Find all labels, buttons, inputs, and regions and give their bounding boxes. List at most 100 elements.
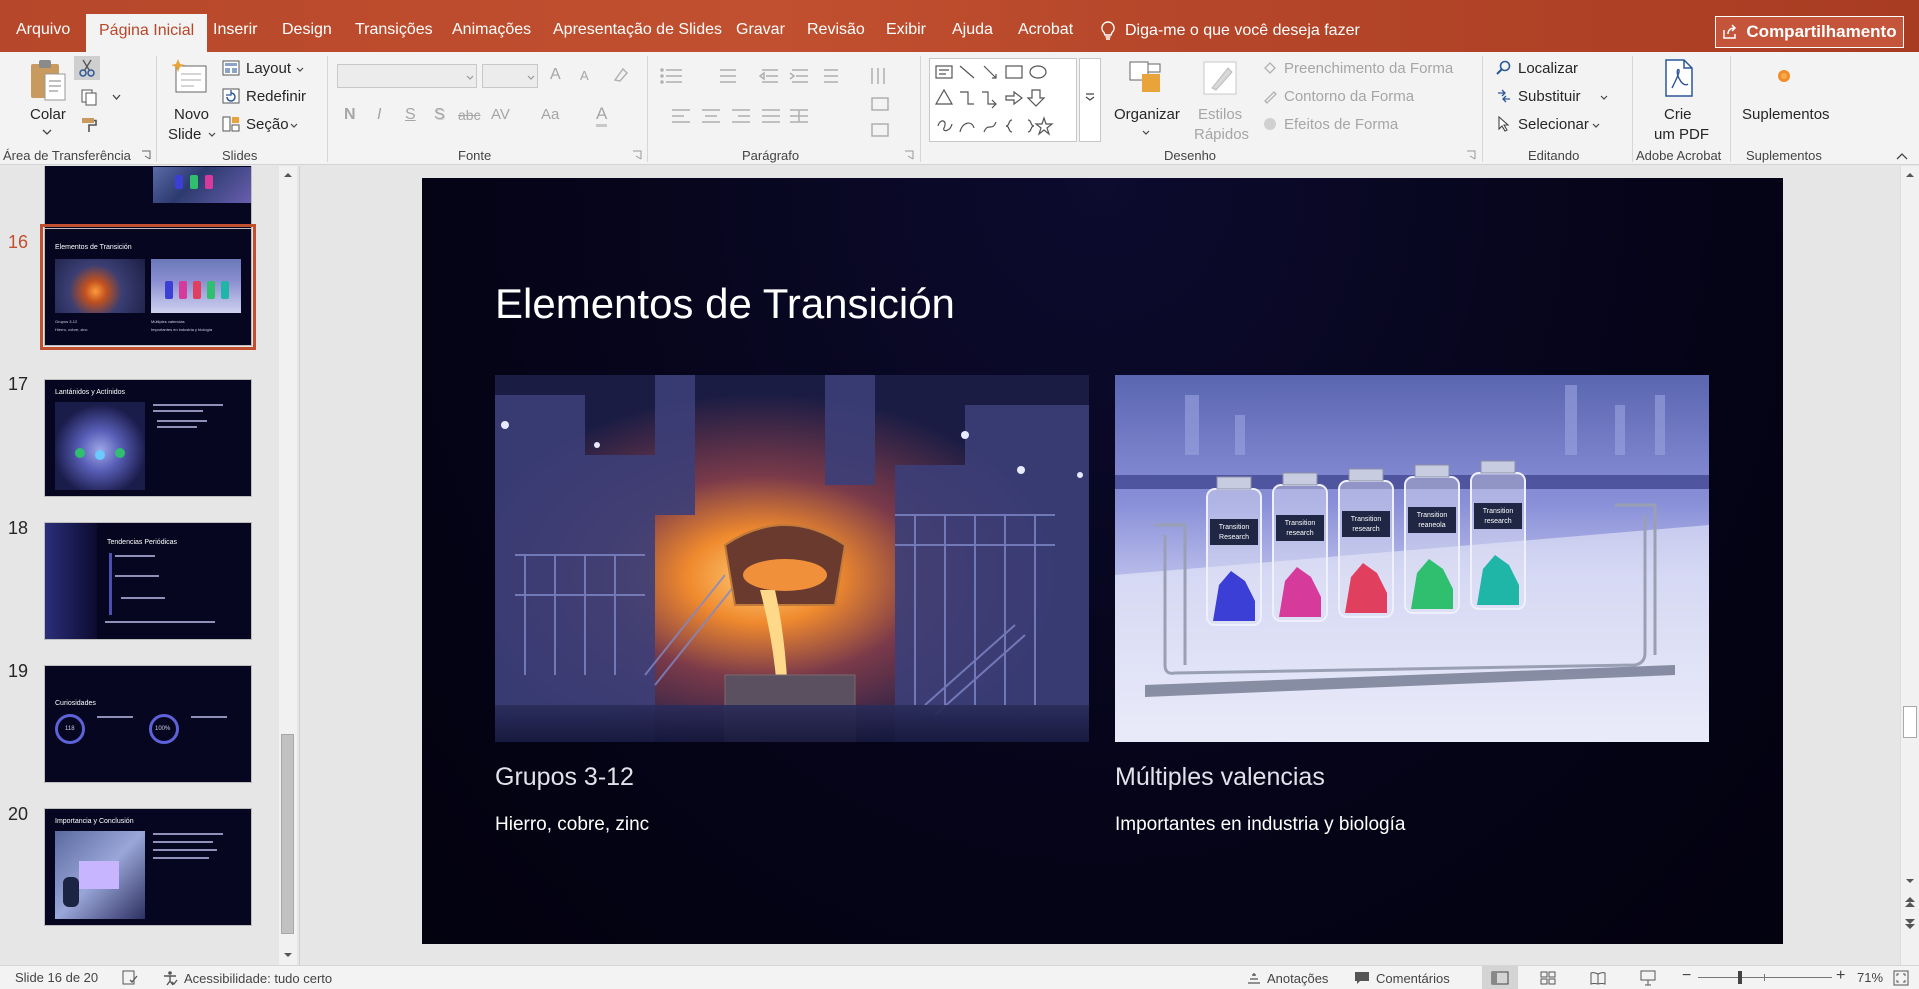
copy-dropdown-icon[interactable] — [112, 94, 121, 100]
section-button[interactable]: Seção — [222, 114, 306, 136]
dialog-launcher-icon[interactable] — [1466, 150, 1476, 160]
tab-revisao[interactable]: Revisão — [807, 21, 865, 41]
grow-font-button[interactable]: A — [550, 66, 561, 84]
left-heading[interactable]: Grupos 3-12 — [495, 763, 634, 792]
new-slide-icon — [172, 59, 207, 93]
accessibility-status[interactable]: Acessibilidade: tudo certo — [162, 966, 332, 989]
tab-animacoes[interactable]: Animações — [452, 21, 531, 41]
comments-button[interactable]: Comentários — [1354, 966, 1450, 989]
normal-view-button[interactable] — [1482, 966, 1518, 989]
current-slide[interactable]: Elementos de Transición Transition Resea… — [422, 178, 1783, 944]
dialog-launcher-icon[interactable] — [141, 150, 151, 160]
tab-apresentacao[interactable]: Apresentação de Slides — [553, 21, 722, 41]
clipboard-group-label: Área de Transferência — [3, 148, 131, 163]
reset-button[interactable]: Redefinir — [222, 86, 312, 108]
shape-effects-button[interactable]: Efeitos de Forma — [1262, 114, 1462, 136]
right-heading[interactable]: Múltiples valencias — [1115, 763, 1325, 792]
replace-label: Substituir — [1518, 88, 1581, 105]
bold-button[interactable]: N — [344, 106, 356, 124]
next-slide-icon[interactable] — [1904, 918, 1916, 930]
previous-slide-icon[interactable] — [1904, 896, 1916, 908]
slide-thumbnail-16[interactable]: Elementos de Transición Grupos 3-12 Hier… — [40, 224, 256, 350]
zoom-out-button[interactable]: − — [1682, 967, 1691, 985]
select-button[interactable]: Selecionar — [1496, 114, 1600, 136]
collapse-ribbon-icon[interactable] — [1896, 152, 1908, 160]
slide-sorter-icon[interactable] — [1540, 971, 1556, 985]
zoom-slider[interactable] — [1698, 971, 1832, 984]
zoom-slider-thumb[interactable] — [1738, 971, 1742, 984]
spelling-check-icon[interactable] — [122, 970, 138, 985]
italic-button[interactable]: I — [377, 106, 381, 124]
left-body[interactable]: Hierro, cobre, zinc — [495, 814, 649, 836]
addins-button[interactable]: Suplementos — [1738, 56, 1830, 144]
dialog-launcher-icon[interactable] — [632, 150, 642, 160]
tab-exibir[interactable]: Exibir — [886, 21, 926, 41]
create-pdf-button[interactable]: Crie um PDF — [1640, 56, 1716, 144]
thumbnail-stat-2: 100% — [155, 726, 171, 732]
tab-arquivo[interactable]: Arquivo — [16, 21, 70, 41]
shadow-button[interactable]: S — [434, 106, 445, 124]
share-button[interactable]: Compartilhamento — [1715, 16, 1904, 48]
replace-button[interactable]: Substituir — [1496, 86, 1608, 108]
thumbnail-title: Importancia y Conclusión — [55, 818, 134, 825]
cut-button[interactable] — [74, 56, 100, 80]
find-button[interactable]: Localizar — [1496, 58, 1596, 80]
scroll-up-icon[interactable] — [1905, 172, 1915, 178]
new-slide-button[interactable]: Novo Slide — [166, 56, 218, 144]
char-spacing-button[interactable]: AV — [491, 106, 510, 123]
arrange-button[interactable]: Organizar — [1110, 56, 1182, 144]
tab-transicoes[interactable]: Transições — [355, 21, 433, 41]
layout-button[interactable]: Layout — [222, 58, 306, 80]
scroll-up-icon[interactable] — [283, 172, 293, 178]
slideshow-icon[interactable] — [1640, 970, 1656, 986]
thumbnails-scrollbar[interactable] — [279, 166, 297, 965]
tab-design[interactable]: Design — [282, 21, 332, 41]
dialog-launcher-icon[interactable] — [904, 150, 914, 160]
font-size-combobox[interactable] — [482, 64, 538, 88]
comments-label: Comentários — [1376, 970, 1450, 986]
slide-scrollbar[interactable] — [1900, 166, 1919, 965]
shape-fill-button[interactable]: Preenchimento da Forma — [1262, 58, 1462, 80]
paste-button[interactable]: Colar — [22, 56, 74, 146]
ribbon: Colar Área de Transferência Novo Slide L… — [0, 52, 1919, 165]
shapes-more-button[interactable] — [1079, 58, 1101, 142]
arrange-label: Organizar — [1114, 106, 1180, 123]
reading-view-icon[interactable] — [1590, 971, 1606, 985]
paste-icon — [31, 60, 66, 101]
shrink-font-button[interactable]: A — [580, 68, 589, 83]
scroll-down-icon[interactable] — [1905, 878, 1915, 884]
slide-title[interactable]: Elementos de Transición — [495, 280, 955, 328]
slide-scroll-thumb[interactable] — [1903, 706, 1917, 738]
slide-thumbnail-19[interactable]: Curiosidades 118 100% — [44, 665, 252, 783]
zoom-in-button[interactable]: + — [1836, 967, 1845, 985]
slide-thumbnail-18[interactable]: Tendencias Periódicas — [44, 522, 252, 640]
format-painter-icon[interactable] — [80, 116, 98, 134]
copy-icon[interactable] — [80, 88, 98, 106]
fit-to-window-icon[interactable] — [1893, 970, 1909, 986]
clear-formatting-icon[interactable] — [612, 66, 630, 84]
tab-ajuda[interactable]: Ajuda — [952, 21, 993, 41]
tab-gravar[interactable]: Gravar — [736, 21, 785, 41]
foundry-image[interactable] — [495, 375, 1089, 742]
paragraph-controls-icon[interactable] — [660, 66, 900, 146]
shape-outline-button[interactable]: Contorno da Forma — [1262, 86, 1462, 108]
font-name-combobox[interactable] — [337, 64, 477, 88]
zoom-level[interactable]: 71% — [1857, 970, 1883, 985]
slide-thumbnail-17[interactable]: Lantánidos y Actínidos — [44, 379, 252, 497]
quick-styles-button[interactable]: Estilos Rápidos — [1184, 56, 1254, 144]
tell-me-search[interactable]: Diga-me o que você deseja fazer — [1101, 20, 1360, 42]
font-color-button[interactable]: A — [596, 104, 608, 127]
vial: Transition Research — [1206, 476, 1262, 626]
tab-acrobat[interactable]: Acrobat — [1018, 21, 1073, 41]
shapes-gallery[interactable] — [929, 58, 1077, 142]
scroll-down-icon[interactable] — [283, 952, 293, 958]
slide-thumbnail-20[interactable]: Importancia y Conclusión — [44, 808, 252, 926]
tab-inserir[interactable]: Inserir — [213, 21, 257, 41]
strikethrough-button[interactable]: abc — [458, 107, 481, 123]
change-case-button[interactable]: Aa — [541, 106, 559, 123]
notes-button[interactable]: Anotações — [1247, 966, 1328, 989]
transition-vials-image[interactable]: TransitionResearchTransitionresearchTran… — [1115, 375, 1709, 742]
right-body[interactable]: Importantes en industria y biología — [1115, 814, 1405, 836]
thumbnails-scroll-thumb[interactable] — [281, 734, 294, 934]
underline-button[interactable]: S — [405, 106, 416, 124]
